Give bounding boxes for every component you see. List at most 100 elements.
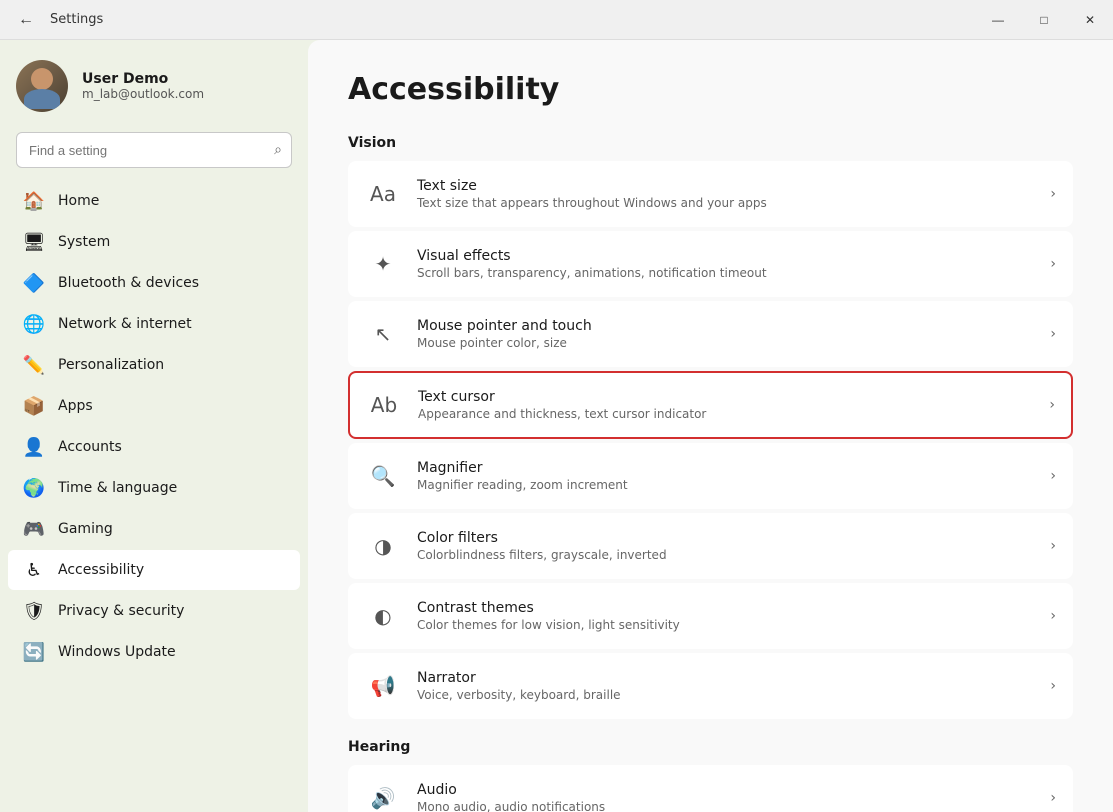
settings-list-vision: Aa Text size Text size that appears thro… bbox=[348, 161, 1073, 719]
setting-name-visual-effects: Visual effects bbox=[417, 248, 1050, 264]
page-title: Accessibility bbox=[348, 72, 1073, 107]
setting-name-color-filters: Color filters bbox=[417, 530, 1050, 546]
sidebar-item-home[interactable]: 🏠 Home bbox=[8, 181, 300, 221]
minimize-button[interactable]: — bbox=[975, 0, 1021, 40]
text-cursor-icon: Ab bbox=[366, 387, 402, 423]
avatar bbox=[16, 60, 68, 112]
maximize-button[interactable]: □ bbox=[1021, 0, 1067, 40]
back-button[interactable]: ← bbox=[12, 6, 40, 34]
search-input[interactable] bbox=[16, 132, 292, 168]
user-email: m_lab@outlook.com bbox=[82, 87, 204, 101]
setting-desc-narrator: Voice, verbosity, keyboard, braille bbox=[417, 688, 1050, 702]
sidebar-nav: 🏠 Home 🖥 System 🔷 Bluetooth & devices 🌐 … bbox=[0, 180, 308, 673]
search-icon: ⌕ bbox=[274, 142, 282, 158]
setting-text-audio: Audio Mono audio, audio notifications bbox=[417, 782, 1050, 812]
chevron-icon-color-filters: › bbox=[1050, 538, 1056, 554]
bluetooth-icon: 🔷 bbox=[24, 273, 44, 293]
sidebar-item-gaming[interactable]: 🎮 Gaming bbox=[8, 509, 300, 549]
section-vision: Vision Aa Text size Text size that appea… bbox=[348, 135, 1073, 719]
contrast-themes-icon: ◐ bbox=[365, 598, 401, 634]
sidebar-item-time[interactable]: 🌍 Time & language bbox=[8, 468, 300, 508]
sidebar-item-system[interactable]: 🖥 System bbox=[8, 222, 300, 262]
sidebar-item-personalization[interactable]: ✏️ Personalization bbox=[8, 345, 300, 385]
setting-name-magnifier: Magnifier bbox=[417, 460, 1050, 476]
avatar-head bbox=[31, 68, 53, 90]
chevron-icon-text-cursor: › bbox=[1049, 397, 1055, 413]
setting-item-mouse-pointer[interactable]: ↖ Mouse pointer and touch Mouse pointer … bbox=[348, 301, 1073, 367]
network-icon: 🌐 bbox=[24, 314, 44, 334]
titlebar-controls: — □ ✕ bbox=[975, 0, 1113, 40]
setting-item-narrator[interactable]: 📢 Narrator Voice, verbosity, keyboard, b… bbox=[348, 653, 1073, 719]
chevron-icon-text-size: › bbox=[1050, 186, 1056, 202]
sidebar-item-label-apps: Apps bbox=[58, 398, 284, 414]
setting-item-magnifier[interactable]: 🔍 Magnifier Magnifier reading, zoom incr… bbox=[348, 443, 1073, 509]
update-icon: 🔄 bbox=[24, 642, 44, 662]
text-size-icon: Aa bbox=[365, 176, 401, 212]
setting-desc-audio: Mono audio, audio notifications bbox=[417, 800, 1050, 812]
sidebar-item-label-gaming: Gaming bbox=[58, 521, 284, 537]
setting-text-narrator: Narrator Voice, verbosity, keyboard, bra… bbox=[417, 670, 1050, 702]
sidebar-item-update[interactable]: 🔄 Windows Update bbox=[8, 632, 300, 672]
sidebar-item-label-time: Time & language bbox=[58, 480, 284, 496]
sidebar-item-label-personalization: Personalization bbox=[58, 357, 284, 373]
setting-name-mouse-pointer: Mouse pointer and touch bbox=[417, 318, 1050, 334]
audio-icon: 🔊 bbox=[365, 780, 401, 812]
setting-item-color-filters[interactable]: ◑ Color filters Colorblindness filters, … bbox=[348, 513, 1073, 579]
accounts-icon: 👤 bbox=[24, 437, 44, 457]
user-name: User Demo bbox=[82, 71, 204, 87]
sidebar-item-label-network: Network & internet bbox=[58, 316, 284, 332]
setting-desc-visual-effects: Scroll bars, transparency, animations, n… bbox=[417, 266, 1050, 280]
setting-text-text-cursor: Text cursor Appearance and thickness, te… bbox=[418, 389, 1049, 421]
section-hearing: Hearing 🔊 Audio Mono audio, audio notifi… bbox=[348, 739, 1073, 812]
titlebar-title: Settings bbox=[50, 12, 103, 27]
section-label-hearing: Hearing bbox=[348, 739, 1073, 755]
visual-effects-icon: ✦ bbox=[365, 246, 401, 282]
sidebar-item-label-accessibility: Accessibility bbox=[58, 562, 284, 578]
sidebar-item-label-update: Windows Update bbox=[58, 644, 284, 660]
sidebar-item-accounts[interactable]: 👤 Accounts bbox=[8, 427, 300, 467]
setting-name-text-size: Text size bbox=[417, 178, 1050, 194]
close-button[interactable]: ✕ bbox=[1067, 0, 1113, 40]
sections-container: Vision Aa Text size Text size that appea… bbox=[348, 135, 1073, 812]
setting-name-audio: Audio bbox=[417, 782, 1050, 798]
sidebar: User Demo m_lab@outlook.com ⌕ 🏠 Home 🖥 S… bbox=[0, 40, 308, 812]
gaming-icon: 🎮 bbox=[24, 519, 44, 539]
user-info: User Demo m_lab@outlook.com bbox=[82, 71, 204, 101]
time-icon: 🌍 bbox=[24, 478, 44, 498]
setting-text-text-size: Text size Text size that appears through… bbox=[417, 178, 1050, 210]
setting-item-visual-effects[interactable]: ✦ Visual effects Scroll bars, transparen… bbox=[348, 231, 1073, 297]
apps-icon: 📦 bbox=[24, 396, 44, 416]
setting-desc-contrast-themes: Color themes for low vision, light sensi… bbox=[417, 618, 1050, 632]
setting-desc-color-filters: Colorblindness filters, grayscale, inver… bbox=[417, 548, 1050, 562]
chevron-icon-magnifier: › bbox=[1050, 468, 1056, 484]
setting-item-text-cursor[interactable]: Ab Text cursor Appearance and thickness,… bbox=[348, 371, 1073, 439]
setting-item-text-size[interactable]: Aa Text size Text size that appears thro… bbox=[348, 161, 1073, 227]
setting-text-color-filters: Color filters Colorblindness filters, gr… bbox=[417, 530, 1050, 562]
avatar-figure bbox=[16, 60, 68, 112]
setting-desc-mouse-pointer: Mouse pointer color, size bbox=[417, 336, 1050, 350]
avatar-body bbox=[24, 89, 60, 109]
setting-item-audio[interactable]: 🔊 Audio Mono audio, audio notifications … bbox=[348, 765, 1073, 812]
setting-text-magnifier: Magnifier Magnifier reading, zoom increm… bbox=[417, 460, 1050, 492]
chevron-icon-contrast-themes: › bbox=[1050, 608, 1056, 624]
sidebar-item-label-bluetooth: Bluetooth & devices bbox=[58, 275, 284, 291]
sidebar-item-bluetooth[interactable]: 🔷 Bluetooth & devices bbox=[8, 263, 300, 303]
user-profile[interactable]: User Demo m_lab@outlook.com bbox=[0, 40, 308, 128]
setting-name-contrast-themes: Contrast themes bbox=[417, 600, 1050, 616]
privacy-icon: 🛡 bbox=[24, 601, 44, 621]
titlebar-left: ← Settings bbox=[12, 6, 103, 34]
sidebar-item-accessibility[interactable]: ♿ Accessibility bbox=[8, 550, 300, 590]
setting-item-contrast-themes[interactable]: ◐ Contrast themes Color themes for low v… bbox=[348, 583, 1073, 649]
setting-text-visual-effects: Visual effects Scroll bars, transparency… bbox=[417, 248, 1050, 280]
sidebar-item-network[interactable]: 🌐 Network & internet bbox=[8, 304, 300, 344]
color-filters-icon: ◑ bbox=[365, 528, 401, 564]
sidebar-item-apps[interactable]: 📦 Apps bbox=[8, 386, 300, 426]
mouse-pointer-icon: ↖ bbox=[365, 316, 401, 352]
chevron-icon-narrator: › bbox=[1050, 678, 1056, 694]
chevron-icon-audio: › bbox=[1050, 790, 1056, 806]
narrator-icon: 📢 bbox=[365, 668, 401, 704]
content-area: Accessibility Vision Aa Text size Text s… bbox=[308, 40, 1113, 812]
chevron-icon-mouse-pointer: › bbox=[1050, 326, 1056, 342]
setting-text-contrast-themes: Contrast themes Color themes for low vis… bbox=[417, 600, 1050, 632]
sidebar-item-privacy[interactable]: 🛡 Privacy & security bbox=[8, 591, 300, 631]
